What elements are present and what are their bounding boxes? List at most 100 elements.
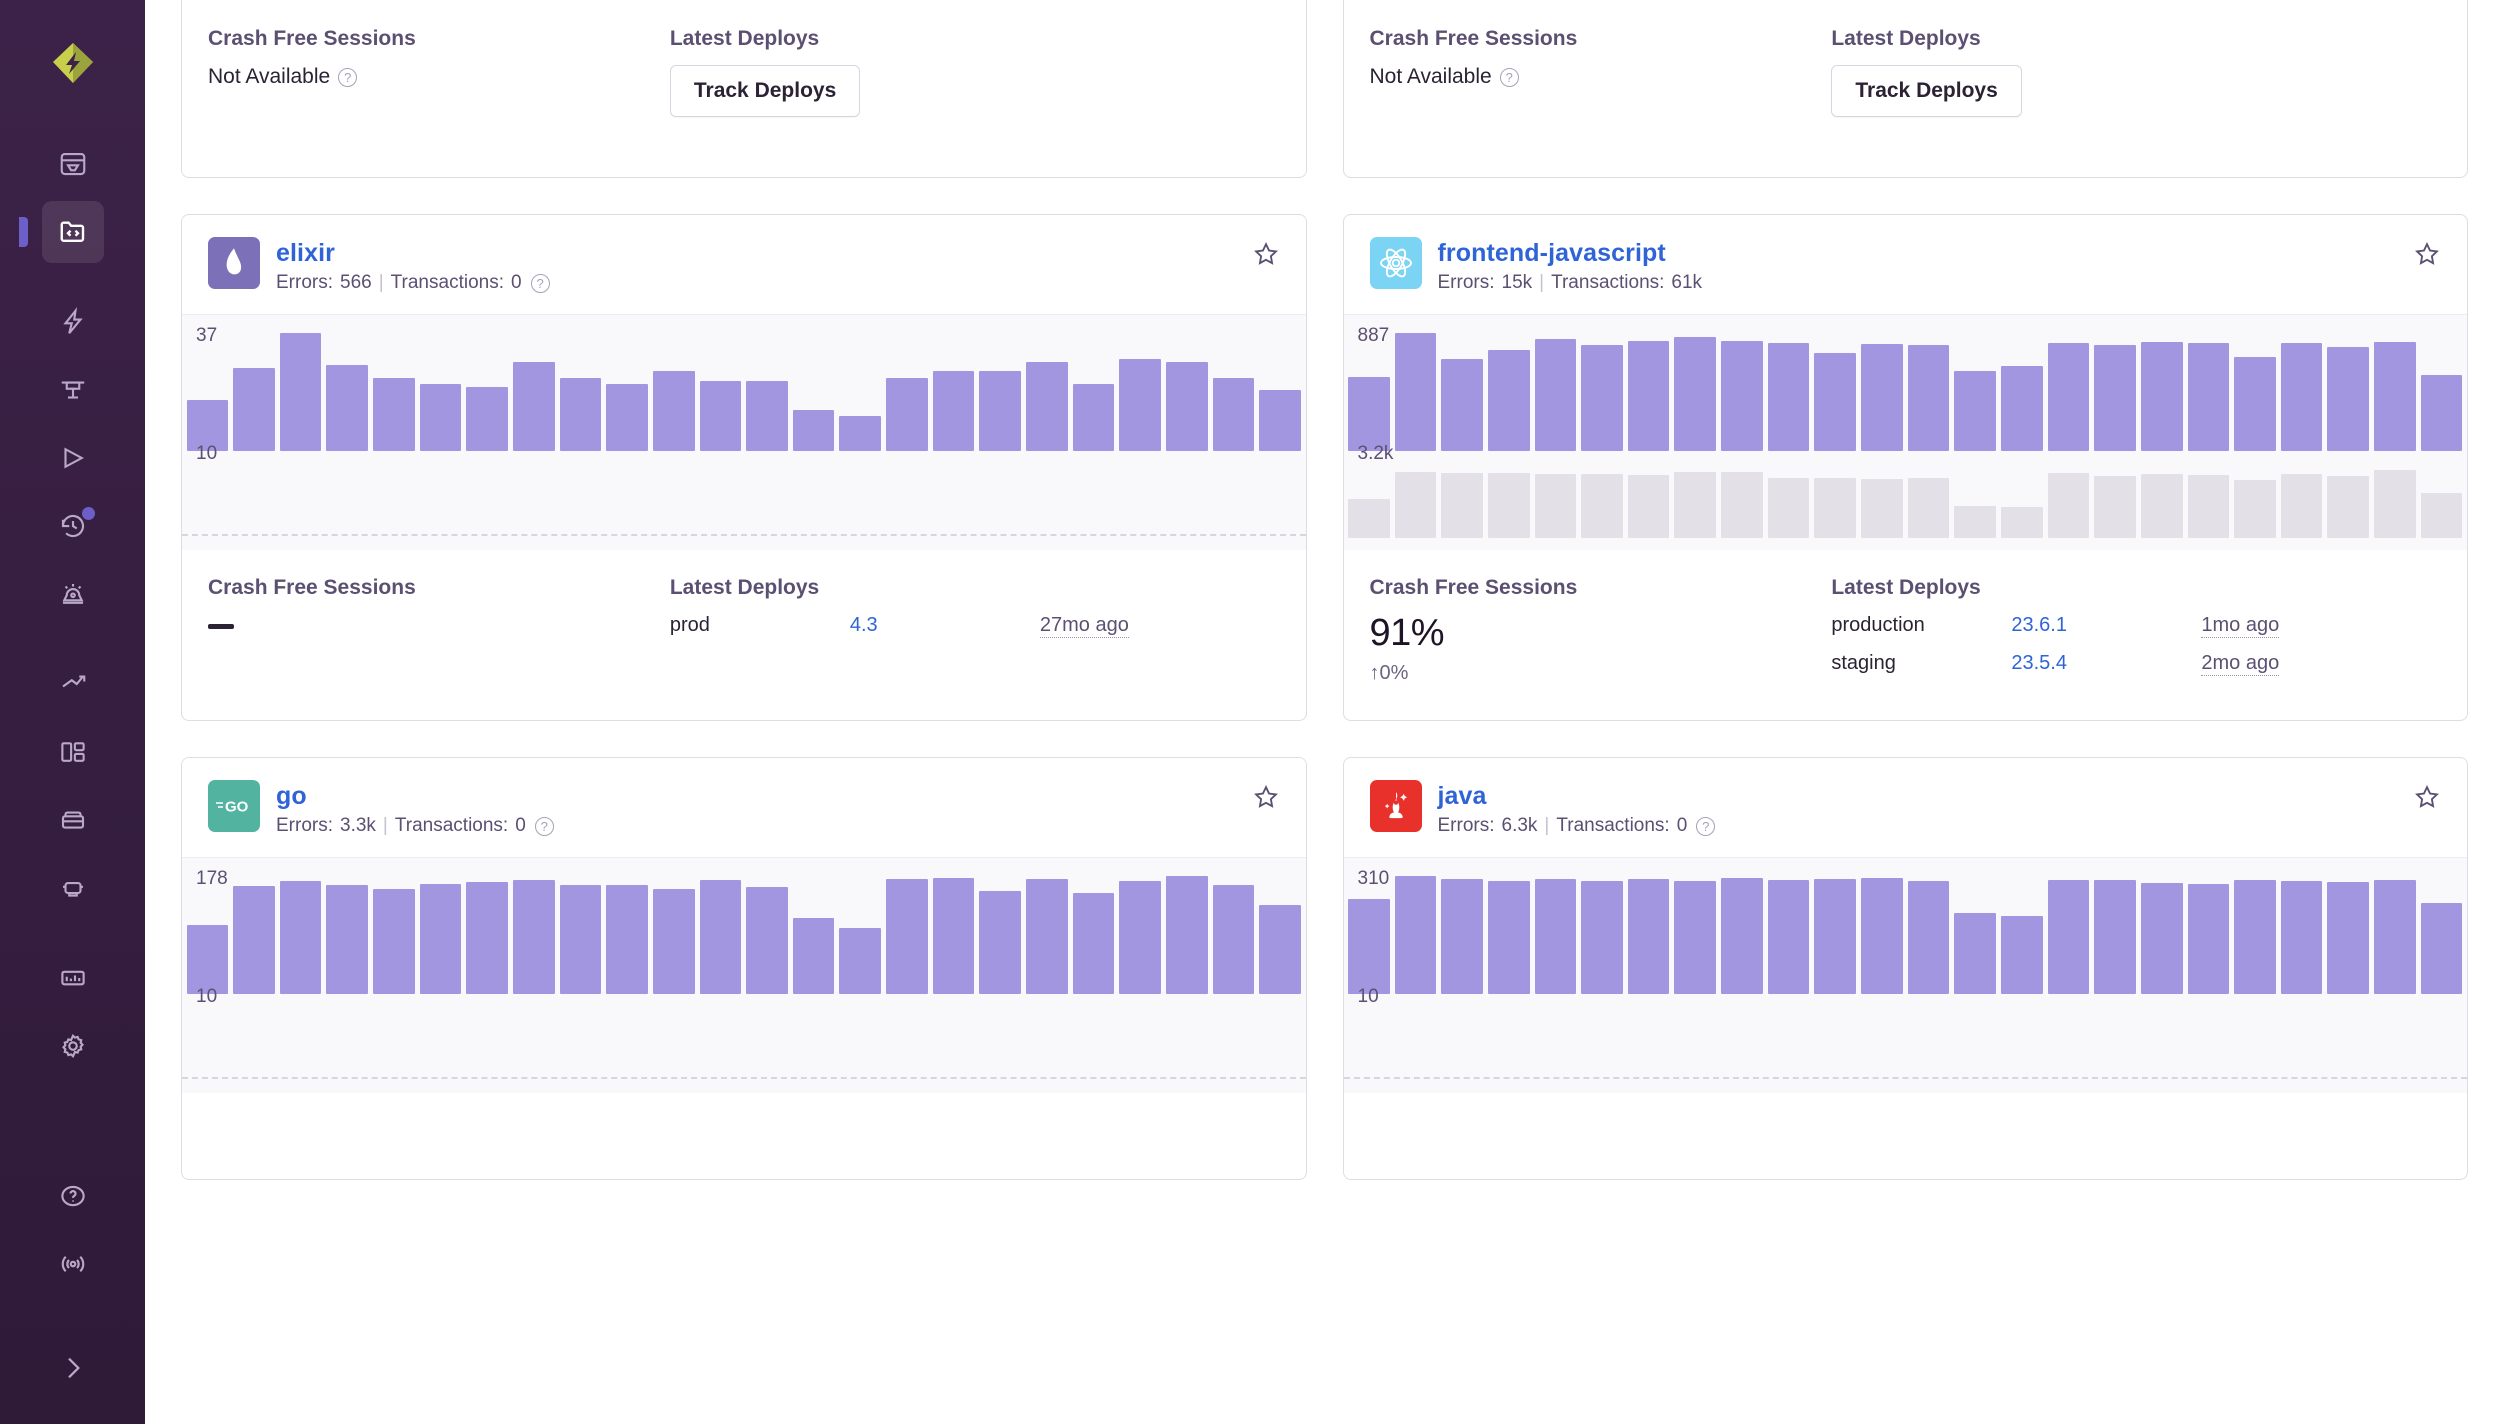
chart-bar[interactable] (2374, 342, 2416, 451)
chart-bar[interactable] (2234, 480, 2276, 538)
sidebar-item-profiling[interactable] (42, 359, 104, 421)
chart-bar[interactable] (1394, 876, 1437, 994)
chart-bar[interactable] (2327, 475, 2370, 538)
chart-bar[interactable] (1907, 880, 1950, 994)
chart-bar[interactable] (2187, 884, 2230, 994)
chart-bar[interactable] (606, 384, 648, 451)
chart-bar[interactable] (1954, 912, 1996, 994)
chart-bar[interactable] (1534, 473, 1577, 538)
chart-bar[interactable] (932, 371, 975, 451)
chart-bar[interactable] (2187, 474, 2230, 538)
sidebar-item-releases[interactable] (42, 789, 104, 851)
chart-bar[interactable] (2374, 470, 2416, 538)
chart-bar[interactable] (2234, 879, 2276, 994)
chart-bar[interactable] (373, 889, 415, 994)
bookmark-star-icon[interactable] (2413, 783, 2441, 816)
chart-bar[interactable] (1394, 333, 1437, 451)
chart-bar[interactable] (373, 377, 415, 451)
chart-bar[interactable] (1581, 344, 1623, 451)
chart-bar[interactable] (1627, 878, 1670, 994)
chart-bar[interactable] (886, 878, 928, 994)
chart-bar[interactable] (2280, 474, 2323, 538)
chart-bar[interactable] (1814, 353, 1857, 451)
chart-bar[interactable] (1441, 473, 1483, 538)
track-deploys-button[interactable]: Track Deploys (669, 65, 861, 117)
chart-bar[interactable] (1026, 878, 1068, 994)
sidebar-item-dashboards[interactable] (42, 721, 104, 783)
chart-bar[interactable] (2140, 341, 2183, 451)
chart-bar[interactable] (2234, 356, 2276, 451)
sidebar-item-discover[interactable] (42, 653, 104, 715)
chart-bar[interactable] (1072, 384, 1115, 451)
chart-bar[interactable] (1441, 359, 1483, 451)
chart-bar[interactable] (1348, 498, 1390, 538)
sidebar-item-settings[interactable] (42, 1015, 104, 1077)
sidebar-item-issues[interactable] (42, 133, 104, 195)
chart-bar[interactable] (1119, 358, 1161, 451)
chart-bar[interactable] (699, 380, 742, 451)
chart-bar[interactable] (886, 377, 928, 451)
chart-bar[interactable] (1165, 876, 1208, 994)
question-mark-icon[interactable]: ? (534, 816, 554, 836)
sidebar-item-expand[interactable] (42, 1337, 104, 1399)
chart-bar[interactable] (2280, 881, 2323, 994)
deploy-version-link[interactable]: 23.6.1 (2011, 614, 2201, 637)
chart-bar[interactable] (979, 890, 1022, 994)
bookmark-star-icon[interactable] (1252, 240, 1280, 273)
chart-bar[interactable] (2327, 882, 2370, 994)
chart-bar[interactable] (2000, 365, 2043, 451)
chart-bar[interactable] (233, 885, 275, 994)
chart-bar[interactable] (2280, 342, 2323, 451)
chart-bar[interactable] (932, 878, 975, 994)
chart-bar[interactable] (1674, 472, 1717, 538)
chart-bar[interactable] (326, 364, 369, 451)
sidebar-item-stats[interactable] (42, 947, 104, 1009)
chart-bar[interactable] (2047, 880, 2090, 994)
sentry-logo[interactable] (42, 32, 104, 94)
chart-bar[interactable] (279, 880, 322, 994)
chart-bar[interactable] (746, 886, 788, 994)
sidebar-item-user-feedback[interactable] (42, 857, 104, 919)
deploy-version-link[interactable]: 4.3 (850, 614, 1040, 637)
errors-chart[interactable]: 178 10 (182, 857, 1306, 1093)
sidebar-item-replays[interactable] (42, 427, 104, 489)
chart-bar[interactable] (466, 881, 508, 994)
chart-bar[interactable] (1907, 477, 1950, 538)
sidebar-item-broadcasts[interactable] (42, 1233, 104, 1295)
chart-bar[interactable] (2420, 374, 2463, 451)
chart-bar[interactable] (1441, 879, 1483, 994)
track-deploys-button[interactable]: Track Deploys (1831, 65, 2022, 117)
chart-bar[interactable] (1861, 877, 1903, 994)
errors-chart[interactable]: 37 10 (182, 314, 1306, 550)
chart-bar[interactable] (606, 884, 648, 994)
chart-bar[interactable] (1814, 879, 1857, 994)
chart-bar[interactable] (1259, 390, 1301, 451)
errors-transactions-chart[interactable]: 887 3.2k (1343, 314, 2467, 550)
chart-bar[interactable] (1487, 349, 1530, 451)
chart-bar[interactable] (2374, 879, 2416, 994)
chart-bar[interactable] (326, 884, 369, 994)
chart-bar[interactable] (2094, 476, 2136, 538)
chart-bar[interactable] (419, 883, 462, 994)
chart-bar[interactable] (186, 925, 229, 994)
chart-bar[interactable] (1165, 361, 1208, 451)
chart-bar[interactable] (1259, 904, 1301, 994)
chart-bar[interactable] (1721, 877, 1763, 994)
chart-bar[interactable] (1674, 880, 1717, 994)
question-mark-icon[interactable]: ? (530, 273, 550, 293)
chart-bar[interactable] (839, 415, 882, 451)
chart-bar[interactable] (2000, 506, 2043, 538)
chart-bar[interactable] (1861, 479, 1903, 538)
chart-bar[interactable] (512, 361, 555, 451)
chart-bar[interactable] (839, 928, 882, 994)
chart-bar[interactable] (652, 371, 695, 451)
chart-bar[interactable] (559, 377, 602, 451)
chart-bar[interactable] (1394, 472, 1437, 538)
sidebar-item-alerts[interactable] (42, 563, 104, 625)
bookmark-star-icon[interactable] (1252, 783, 1280, 816)
chart-bar[interactable] (2047, 343, 2090, 451)
chart-bar[interactable] (512, 879, 555, 994)
chart-bar[interactable] (279, 333, 322, 451)
project-name-link[interactable]: go (276, 782, 554, 811)
project-name-link[interactable]: frontend-javascript (1438, 239, 1703, 268)
